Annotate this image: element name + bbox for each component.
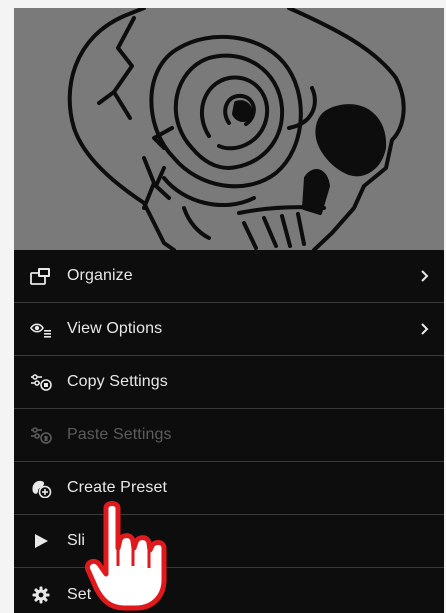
menu-item-label: View Options [67, 320, 163, 337]
gear-icon [30, 584, 52, 606]
menu-item-paste-settings: Paste Settings [14, 409, 444, 462]
menu-item-label: Organize [67, 267, 133, 284]
organize-icon [30, 265, 52, 287]
skull-rose-artwork [67, 8, 406, 250]
chevron-right-icon [421, 270, 429, 282]
paste-settings-icon [30, 424, 52, 446]
menu-item-copy-settings[interactable]: Copy Settings [14, 356, 444, 409]
menu-item-view-options[interactable]: View Options [14, 303, 444, 356]
play-icon [30, 530, 52, 552]
context-menu: Organize View Options Copy Settings Past… [14, 250, 444, 613]
menu-item-create-preset[interactable]: Create Preset [14, 462, 444, 515]
chevron-right-icon [421, 323, 429, 335]
menu-item-settings[interactable]: Set [14, 568, 444, 613]
menu-item-label: Create Preset [67, 479, 168, 496]
view-options-icon [30, 318, 52, 340]
menu-item-label: Paste Settings [67, 426, 172, 443]
menu-item-label: Set [67, 585, 92, 603]
create-preset-icon [30, 477, 52, 499]
app-frame: Organize View Options Copy Settings Past… [14, 8, 444, 613]
menu-item-organize[interactable]: Organize [14, 250, 444, 303]
photo-preview [14, 8, 444, 250]
menu-item-label: Copy Settings [67, 373, 168, 390]
menu-item-slideshow[interactable]: Sli [14, 515, 444, 568]
menu-item-label: Sli [67, 532, 86, 549]
copy-settings-icon [30, 371, 52, 393]
